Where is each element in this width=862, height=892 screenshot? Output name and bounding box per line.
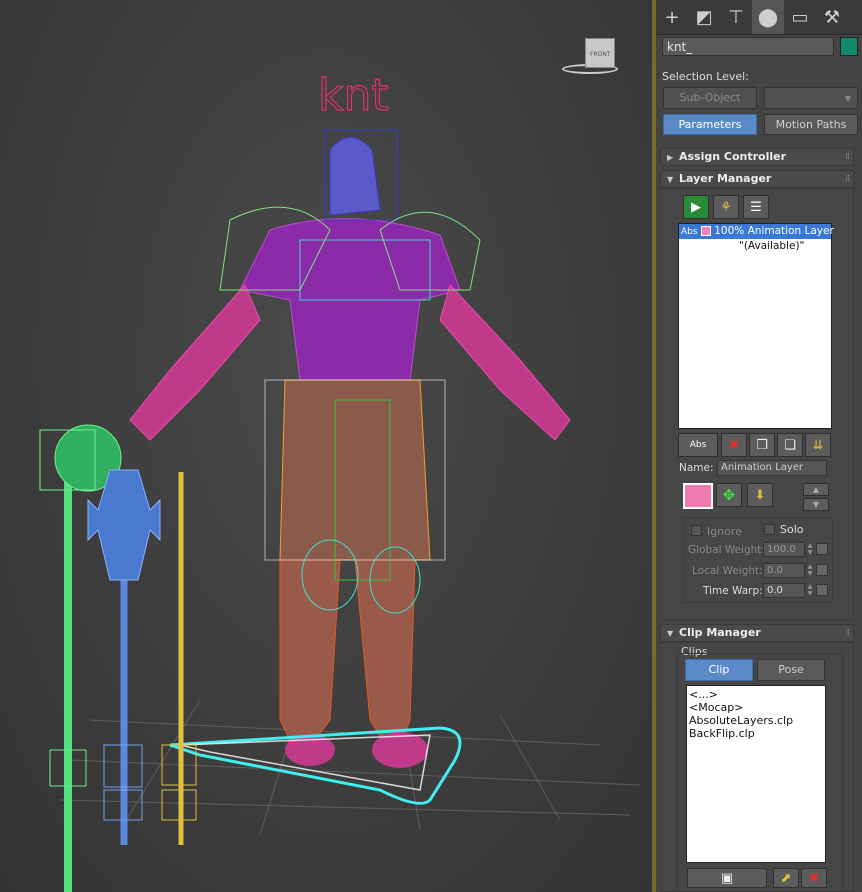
utilities-icon[interactable]: ⚒ — [816, 0, 848, 34]
sub-object-dropdown[interactable]: ▼ — [764, 87, 858, 109]
delete-layer-icon[interactable]: ✖ — [721, 433, 747, 457]
modify-icon[interactable]: ◩ — [688, 0, 720, 34]
play-layer-icon[interactable]: ▶ — [683, 195, 709, 219]
layer-type-tag: Abs — [681, 227, 698, 237]
local-weight-spinner[interactable]: ▲ ▼ — [806, 563, 814, 578]
copy-layer-icon[interactable]: ❐ — [749, 433, 775, 457]
save-clip-icon[interactable]: ▣ — [687, 868, 767, 888]
time-warp-spinner[interactable]: ▲ ▼ — [806, 583, 814, 598]
clip-list[interactable]: <...> <Mocap> AbsoluteLayers.clp BackFli… — [686, 685, 826, 863]
object-name-field[interactable]: knt_ — [662, 37, 834, 56]
display-icon[interactable]: ▭ — [784, 0, 816, 34]
time-warp-key-icon[interactable] — [816, 584, 828, 596]
expand-arrow-icon: ▶ — [667, 153, 674, 162]
local-weight-field[interactable]: 0.0 — [763, 563, 805, 578]
collapse-layer-icon[interactable]: ⇊ — [805, 433, 831, 457]
command-panel-tabs: + ◩ ⊤ ⬤ ▭ ⚒ — [656, 0, 862, 35]
grip-icon: ⁞⁞ — [845, 628, 850, 638]
motion-icon[interactable]: ⬤ — [752, 0, 784, 34]
sword-yellow — [161, 472, 197, 845]
collapse-arrow-icon: ▼ — [667, 175, 674, 184]
global-weight-key-icon[interactable] — [816, 543, 828, 555]
download-icon[interactable]: ⬇ — [747, 483, 773, 507]
hierarchy-icon[interactable]: ⊤ — [720, 0, 752, 34]
layer-color-icon — [700, 226, 711, 236]
grip-icon: ⁞⁞ — [845, 152, 850, 162]
selection-level-label: Selection Level: — [662, 70, 749, 83]
pose-tab[interactable]: Pose — [757, 659, 825, 681]
motion-paths-button[interactable]: Motion Paths — [764, 114, 858, 135]
clip-list-item[interactable]: BackFlip.clp — [689, 727, 823, 740]
time-warp-field[interactable]: 0.0 — [763, 583, 805, 598]
layer-list[interactable]: Abs 100% Animation Layer "(Available)" — [678, 223, 834, 429]
object-color-swatch[interactable] — [840, 37, 858, 56]
parameters-button[interactable]: Parameters — [663, 114, 757, 135]
load-clip-icon[interactable]: ⬈ — [773, 868, 799, 888]
available-list-item[interactable]: "(Available)" — [679, 239, 831, 254]
ignore-label: Ignore — [707, 525, 742, 538]
local-weight-label: Local Weight: — [692, 565, 763, 577]
global-weight-spinner[interactable]: ▲ ▼ — [806, 542, 814, 557]
grip-icon: ⁞⁞ — [845, 174, 850, 184]
create-plus-icon[interactable]: + — [656, 0, 688, 34]
local-weight-key-icon[interactable] — [816, 564, 828, 576]
layer-manager-section: ▶ ⚘ ☰ Abs 100% Animation Layer "(Availab… — [660, 188, 854, 620]
layer-settings-icon[interactable]: ☰ — [743, 195, 769, 219]
move-down-icon[interactable]: ▼ — [803, 498, 829, 511]
time-warp-label: Time Warp: — [703, 585, 763, 597]
solo-checkbox[interactable] — [764, 524, 775, 535]
clip-manager-section: Clips Clip Pose <...> <Mocap> AbsoluteLa… — [660, 642, 854, 892]
abs-label: Abs — [689, 440, 707, 450]
viewcube[interactable]: FRONT — [560, 38, 620, 78]
collapse-arrow-icon: ▼ — [667, 629, 674, 638]
viewport-scene — [39, 129, 641, 892]
layer-color-button[interactable] — [683, 483, 713, 509]
command-panel: + ◩ ⊤ ⬤ ▭ ⚒ knt_ Selection Level: Sub-Ob… — [656, 0, 862, 892]
viewcube-face-label: FRONT — [590, 51, 611, 58]
layer-tree-icon[interactable]: ⚘ — [713, 195, 739, 219]
viewport[interactable]: knt FRONT — [0, 0, 652, 892]
clip-tab[interactable]: Clip — [685, 659, 753, 681]
character-figure — [129, 129, 571, 768]
name-label: Name: — [679, 462, 714, 474]
layer-name: Animation Layer — [747, 225, 834, 237]
global-weight-field[interactable]: 100.0 — [763, 542, 805, 557]
chevron-down-icon: ▼ — [844, 94, 851, 103]
clip-manager-rollout[interactable]: ▼ Clip Manager ⁞⁞ — [660, 624, 854, 642]
floor-grid — [59, 699, 641, 836]
clip-list-item[interactable]: AbsoluteLayers.clp — [689, 714, 823, 727]
mace-blue — [87, 469, 161, 845]
global-weight-label: Global Weight: — [688, 544, 765, 556]
move-up-icon[interactable]: ▲ — [803, 483, 829, 496]
layer-weight: 100% — [714, 225, 745, 237]
layer-row[interactable]: Abs 100% Animation Layer — [679, 224, 834, 239]
layer-manager-rollout[interactable]: ▼ Layer Manager ⁞⁞ — [660, 170, 854, 188]
sub-object-button[interactable]: Sub-Object — [663, 87, 757, 109]
paste-layer-icon[interactable]: ❏ — [777, 433, 803, 457]
solo-label: Solo — [780, 523, 804, 536]
object-name-label: knt — [317, 69, 389, 121]
add-abs-layer-button[interactable]: Abs — [678, 433, 718, 457]
clip-list-item[interactable]: <...> — [689, 688, 823, 701]
move-icon[interactable]: ✥ — [716, 483, 742, 507]
delete-clip-icon[interactable]: ✖ — [801, 868, 827, 888]
layer-manager-title: Layer Manager — [679, 172, 772, 185]
ignore-checkbox[interactable] — [691, 525, 702, 536]
assign-controller-title: Assign Controller — [679, 150, 787, 163]
layer-name-field[interactable]: Animation Layer — [717, 460, 827, 476]
clip-manager-title: Clip Manager — [679, 626, 761, 639]
clip-list-item[interactable]: <Mocap> — [689, 701, 823, 714]
assign-controller-rollout[interactable]: ▶ Assign Controller ⁞⁞ — [660, 148, 854, 166]
